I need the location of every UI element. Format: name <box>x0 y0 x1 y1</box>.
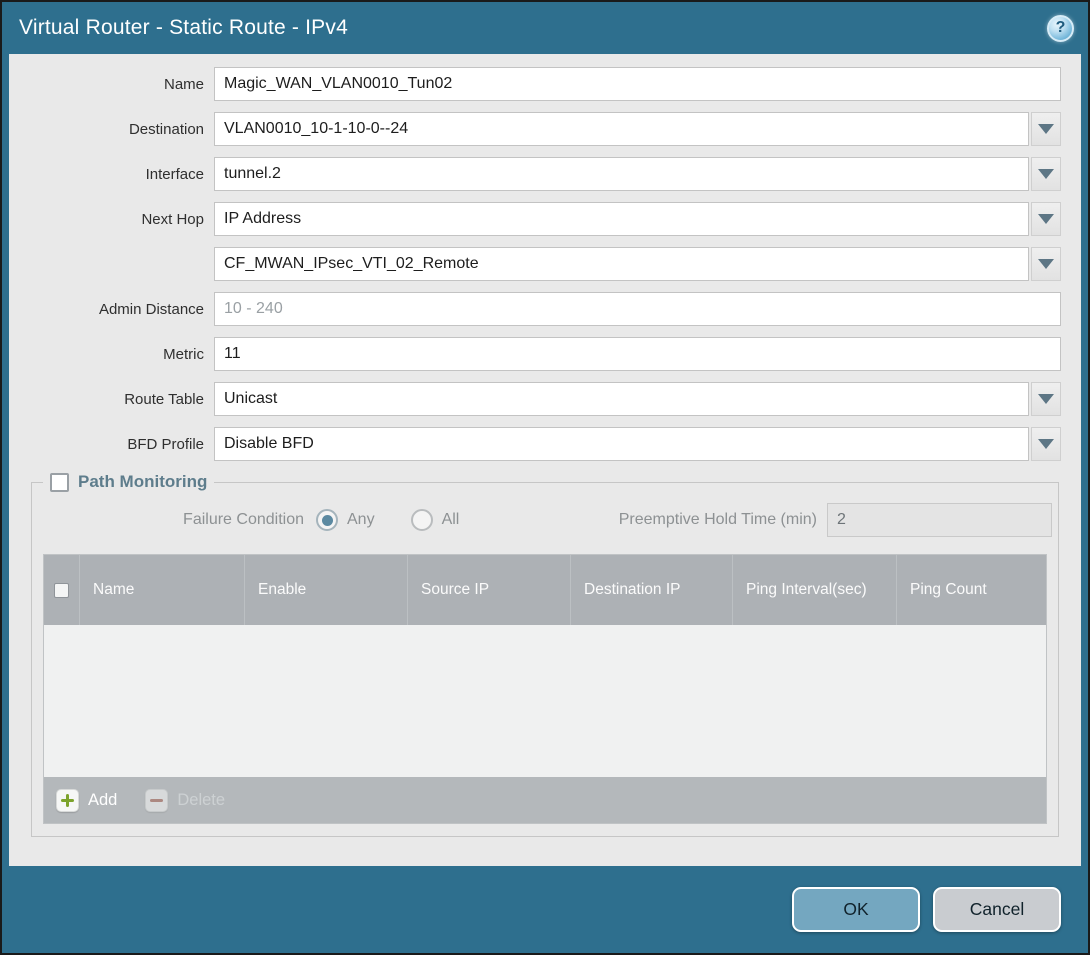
path-monitoring-legend: Path Monitoring <box>43 472 214 492</box>
add-button[interactable]: Add <box>56 789 117 812</box>
column-header-source-ip: Source IP <box>408 555 571 625</box>
preemptive-hold-label: Preemptive Hold Time (min) <box>619 511 827 529</box>
select-all-cell <box>44 555 80 625</box>
interface-input[interactable] <box>214 157 1029 191</box>
form-row-next-hop-address <box>9 247 1061 281</box>
destination-dropdown-button[interactable] <box>1031 112 1061 146</box>
chevron-down-icon <box>1038 259 1054 269</box>
chevron-down-icon <box>1038 169 1054 179</box>
table-header-row: Name Enable Source IP Destination IP Pin… <box>44 555 1046 625</box>
failure-condition-all-label: All <box>442 511 460 529</box>
preemptive-hold-input[interactable] <box>827 503 1052 537</box>
next-hop-type-dropdown-button[interactable] <box>1031 202 1061 236</box>
column-header-ping-interval: Ping Interval(sec) <box>733 555 897 625</box>
table-body-empty <box>44 625 1046 777</box>
table-toolbar: Add Delete <box>44 777 1046 823</box>
select-all-checkbox[interactable] <box>54 583 69 598</box>
name-input[interactable] <box>214 67 1061 101</box>
bfd-profile-label: BFD Profile <box>9 436 214 453</box>
next-hop-address-dropdown-button[interactable] <box>1031 247 1061 281</box>
help-icon[interactable]: ? <box>1047 15 1074 42</box>
failure-condition-any-label: Any <box>347 511 375 529</box>
dialog-content: Name Destination Interface <box>9 54 1081 866</box>
form-row-admin-distance: Admin Distance <box>9 292 1061 326</box>
failure-condition-label: Failure Condition <box>38 511 316 529</box>
ok-button[interactable]: OK <box>792 887 920 932</box>
interface-label: Interface <box>9 166 214 183</box>
form-row-route-table: Route Table <box>9 382 1061 416</box>
name-label: Name <box>9 76 214 93</box>
form-row-bfd-profile: BFD Profile <box>9 427 1061 461</box>
static-route-dialog: Virtual Router - Static Route - IPv4 ? N… <box>2 2 1088 953</box>
failure-condition-all-radio[interactable] <box>411 509 433 531</box>
path-monitoring-label: Path Monitoring <box>78 472 207 492</box>
route-table-label: Route Table <box>9 391 214 408</box>
bfd-profile-input[interactable] <box>214 427 1029 461</box>
path-monitoring-checkbox[interactable] <box>50 473 69 492</box>
route-table-dropdown-button[interactable] <box>1031 382 1061 416</box>
failure-condition-row: Failure Condition Any All Preemptive Hol… <box>38 502 1052 538</box>
delete-button-label: Delete <box>177 791 225 810</box>
path-monitoring-table: Name Enable Source IP Destination IP Pin… <box>43 554 1047 824</box>
chevron-down-icon <box>1038 124 1054 134</box>
column-header-name: Name <box>80 555 245 625</box>
route-table-input[interactable] <box>214 382 1029 416</box>
column-header-enable: Enable <box>245 555 408 625</box>
next-hop-type-input[interactable] <box>214 202 1029 236</box>
cancel-button[interactable]: Cancel <box>933 887 1061 932</box>
form-row-destination: Destination <box>9 112 1061 146</box>
bfd-profile-dropdown-button[interactable] <box>1031 427 1061 461</box>
admin-distance-label: Admin Distance <box>9 301 214 318</box>
plus-icon <box>56 789 79 812</box>
preemptive-hold-group: Preemptive Hold Time (min) <box>619 503 1052 537</box>
delete-button[interactable]: Delete <box>145 789 225 812</box>
add-button-label: Add <box>88 791 117 810</box>
minus-icon <box>145 789 168 812</box>
admin-distance-input[interactable] <box>214 292 1061 326</box>
title-bar: Virtual Router - Static Route - IPv4 ? <box>2 2 1088 54</box>
next-hop-label: Next Hop <box>9 211 214 228</box>
chevron-down-icon <box>1038 214 1054 224</box>
form-row-name: Name <box>9 67 1061 101</box>
column-header-destination-ip: Destination IP <box>571 555 733 625</box>
column-header-ping-count: Ping Count <box>897 555 1046 625</box>
next-hop-address-input[interactable] <box>214 247 1029 281</box>
path-monitoring-section: Path Monitoring Failure Condition Any Al… <box>31 472 1059 837</box>
interface-dropdown-button[interactable] <box>1031 157 1061 191</box>
metric-label: Metric <box>9 346 214 363</box>
chevron-down-icon <box>1038 394 1054 404</box>
form-row-interface: Interface <box>9 157 1061 191</box>
destination-label: Destination <box>9 121 214 138</box>
metric-input[interactable] <box>214 337 1061 371</box>
form-row-metric: Metric <box>9 337 1061 371</box>
footer-bar: OK Cancel <box>2 866 1088 953</box>
page-title: Virtual Router - Static Route - IPv4 <box>19 16 348 40</box>
failure-condition-any-radio[interactable] <box>316 509 338 531</box>
chevron-down-icon <box>1038 439 1054 449</box>
form-row-next-hop: Next Hop <box>9 202 1061 236</box>
destination-input[interactable] <box>214 112 1029 146</box>
screen: Virtual Router - Static Route - IPv4 ? N… <box>0 0 1090 955</box>
